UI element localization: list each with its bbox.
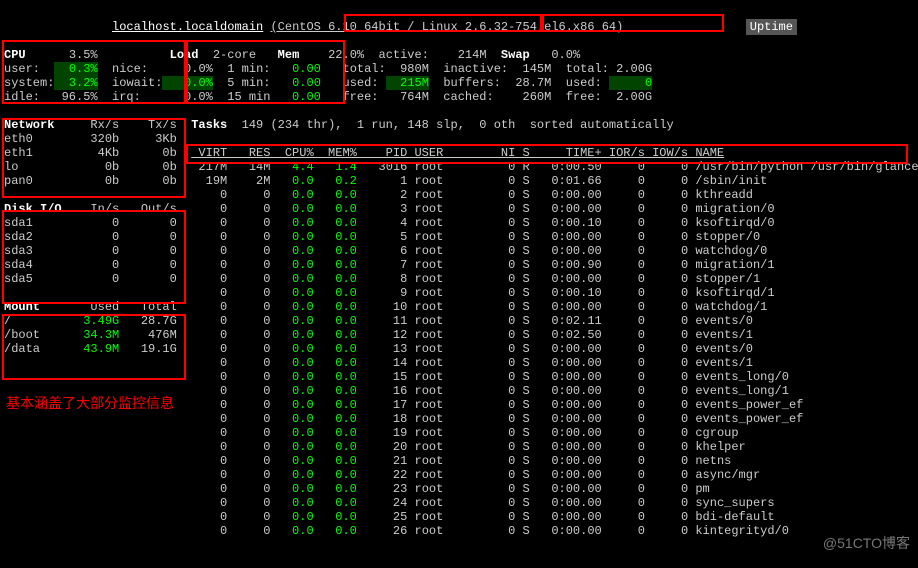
box-mount [2, 314, 186, 380]
box-os [344, 14, 542, 32]
box-load [186, 40, 345, 104]
box-cpu [2, 40, 186, 104]
box-network [2, 118, 186, 198]
box-disk [2, 210, 186, 304]
watermark: @51CTO博客 [823, 536, 910, 550]
annotation-text: 基本涵盖了大部分监控信息 [6, 396, 174, 410]
box-proc-headers [186, 144, 908, 164]
box-kernel [542, 14, 724, 32]
